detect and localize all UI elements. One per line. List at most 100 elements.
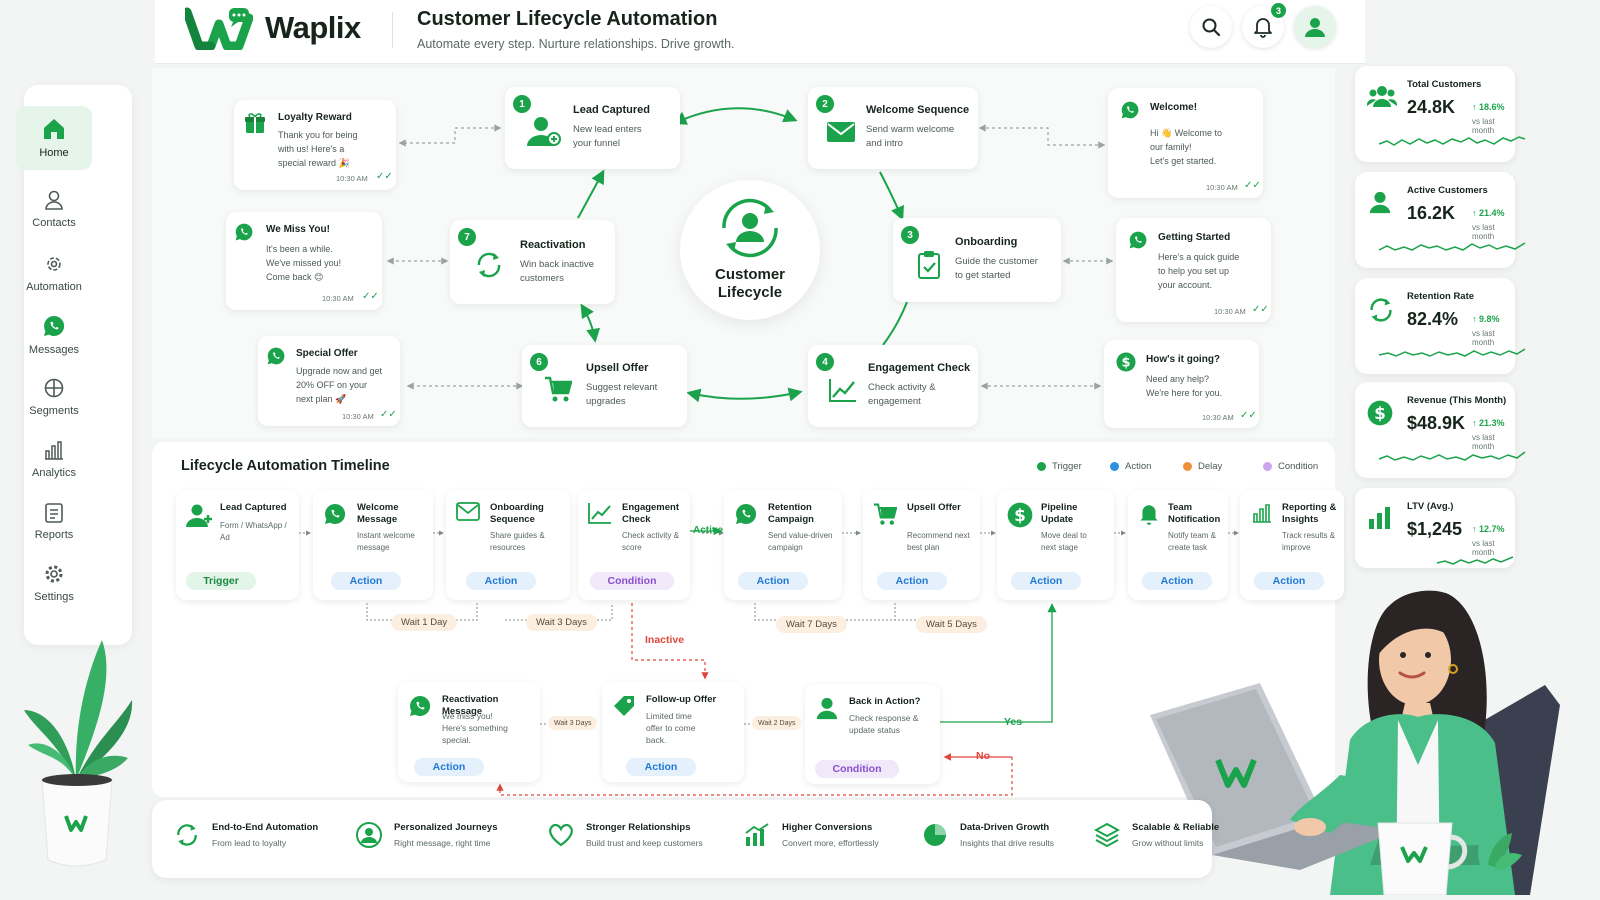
step-title: Upsell Offer bbox=[907, 502, 961, 513]
feature-desc: Build trust and keep customers bbox=[586, 838, 703, 848]
stat-change: ↑ 12.7% bbox=[1472, 524, 1505, 534]
step-type-badge: Action bbox=[331, 572, 401, 590]
stat-change: ↑ 18.6% bbox=[1472, 102, 1505, 112]
step-type-badge: Action bbox=[414, 758, 484, 776]
stat-label: Active Customers bbox=[1407, 185, 1488, 196]
feature-higher-conversions: Higher Conversions Convert more, effortle… bbox=[744, 822, 879, 848]
stat-change: ↑ 21.3% bbox=[1472, 418, 1505, 428]
step-type-badge: Action bbox=[738, 572, 808, 590]
step-desc: We miss you! Here's something special. bbox=[442, 711, 508, 745]
user-plus-icon bbox=[186, 504, 212, 527]
sparkline bbox=[1378, 451, 1526, 461]
step-desc: Notify team & create task bbox=[1168, 531, 1217, 552]
feature-desc: Insights that drive results bbox=[960, 838, 1055, 848]
step-desc: Move deal to next stage bbox=[1041, 531, 1087, 552]
feature-title: Scalable & Reliable bbox=[1132, 822, 1220, 833]
step-desc: Check response & update status bbox=[849, 713, 919, 735]
stat-revenue-this-month[interactable]: $ Revenue (This Month) $48.9K ↑ 21.3% vs… bbox=[1355, 382, 1526, 478]
step-type-badge: Action bbox=[877, 572, 947, 590]
delay-badge: Wait 7 Days bbox=[776, 616, 847, 633]
stat-value: $1,245 bbox=[1407, 519, 1463, 539]
stat-value: 82.4% bbox=[1407, 309, 1459, 329]
delay-badge: Wait 3 Days bbox=[526, 614, 597, 631]
step-type-badge: Action bbox=[626, 758, 696, 776]
timeline-step-welcome-message[interactable]: Welcome Message Instant welcome message … bbox=[313, 490, 433, 600]
step-desc: Instant welcome message bbox=[357, 531, 415, 552]
refresh-icon bbox=[177, 824, 197, 846]
refresh-icon bbox=[1370, 298, 1392, 322]
branch-step-back-in-action[interactable]: Back in Action? Check response & update … bbox=[805, 684, 940, 784]
inactive-branch-label: Inactive bbox=[645, 634, 685, 646]
timeline-step-engagement-check[interactable]: Engagement Check Check activity & score … bbox=[578, 490, 690, 600]
growth-chart-icon bbox=[745, 823, 769, 846]
layers-icon bbox=[1094, 822, 1120, 848]
svg-text:$: $ bbox=[1014, 505, 1026, 525]
step-desc: Form / WhatsApp / Ad bbox=[220, 521, 287, 542]
feature-desc: Right message, right time bbox=[394, 838, 491, 848]
envelope-icon bbox=[456, 502, 480, 521]
step-type-badge: Action bbox=[466, 572, 536, 590]
sparkline bbox=[1378, 348, 1526, 357]
feature-stronger-relationships: Stronger Relationships Build trust and ke… bbox=[548, 822, 703, 848]
step-title: Engagement Check bbox=[622, 502, 680, 525]
delay-badge: Wait 3 Days bbox=[548, 716, 598, 730]
feature-desc: From lead to loyalty bbox=[212, 838, 287, 848]
stat-value: 24.8K bbox=[1407, 97, 1456, 117]
timeline-step-retention-campaign[interactable]: Retention Campaign Send value-driven cam… bbox=[724, 490, 842, 600]
step-desc: Recommend next best plan bbox=[907, 531, 970, 552]
step-desc: Track results & improve bbox=[1282, 531, 1336, 552]
step-title: Onboarding Sequence bbox=[490, 502, 544, 525]
step-title: Pipeline Update bbox=[1041, 502, 1078, 525]
bar-chart-icon bbox=[1253, 504, 1271, 523]
whatsapp-icon bbox=[325, 503, 346, 524]
shopping-cart-icon bbox=[873, 503, 897, 525]
feature-desc: Grow without limits bbox=[1132, 838, 1204, 848]
step-title: Retention Campaign bbox=[768, 502, 814, 525]
stat-ltv-avg[interactable]: LTV (Avg.) $1,245 ↑ 12.7% vs last month bbox=[1355, 488, 1515, 568]
user-icon bbox=[816, 697, 838, 720]
pie-chart-icon bbox=[924, 824, 946, 846]
step-title: Reporting & Insights bbox=[1282, 502, 1337, 525]
timeline-step-lead-captured[interactable]: Lead Captured Form / WhatsApp / Ad Trigg… bbox=[176, 490, 299, 600]
stat-active-customers[interactable]: Active Customers 16.2K ↑ 21.4% vs last m… bbox=[1355, 172, 1526, 268]
user-icon bbox=[1369, 191, 1391, 214]
branch-step-follow-up-offer[interactable]: Follow-up Offer Limited time offer to co… bbox=[602, 682, 744, 782]
users-icon bbox=[1367, 86, 1397, 107]
step-desc: Send value-driven campaign bbox=[768, 531, 833, 552]
feature-title: End-to-End Automation bbox=[212, 822, 319, 833]
feature-end-to-end-automation: End-to-End Automation From lead to loyalt… bbox=[174, 822, 318, 848]
stat-change: ↑ 21.4% bbox=[1472, 208, 1505, 218]
sparkline bbox=[1378, 242, 1526, 251]
feature-title: Personalized Journeys bbox=[394, 822, 498, 833]
stat-value: $48.9K bbox=[1407, 413, 1466, 433]
stat-total-customers[interactable]: Total Customers 24.8K ↑ 18.6% vs last mo… bbox=[1355, 66, 1526, 162]
timeline-step-pipeline-update[interactable]: $ Pipeline Update Move deal to next stag… bbox=[997, 490, 1114, 600]
delay-badge: Wait 1 Day bbox=[391, 614, 458, 631]
step-title: Welcome Message bbox=[357, 502, 399, 525]
whatsapp-icon bbox=[410, 695, 431, 716]
stat-retention-rate[interactable]: Retention Rate 82.4% ↑ 9.8% vs last mont… bbox=[1355, 278, 1526, 374]
timeline-step-onboarding-sequence[interactable]: Onboarding Sequence Share guides & resou… bbox=[446, 490, 570, 600]
step-type-badge: Action bbox=[1011, 572, 1081, 590]
stat-change: ↑ 9.8% bbox=[1472, 314, 1500, 324]
feature-desc: Convert more, effortlessly bbox=[782, 838, 879, 848]
branch-step-reactivation-message[interactable]: Reactivation Message We miss you! Here's… bbox=[398, 682, 540, 782]
user-circle-icon bbox=[356, 822, 382, 848]
stat-label: LTV (Avg.) bbox=[1407, 501, 1454, 512]
stat-value: 16.2K bbox=[1407, 203, 1456, 223]
feature-data-driven-growth: Data-Driven Growth Insights that drive re… bbox=[922, 822, 1054, 848]
trend-chart-icon bbox=[588, 503, 611, 524]
step-title: Lead Captured bbox=[220, 502, 287, 513]
feature-title: Stronger Relationships bbox=[586, 822, 691, 833]
step-desc: Check activity & score bbox=[622, 531, 679, 552]
dollar-icon: $ bbox=[1367, 400, 1393, 426]
stat-label: Revenue (This Month) bbox=[1407, 395, 1507, 406]
step-type-badge: Condition bbox=[590, 572, 674, 590]
step-title: Follow-up Offer bbox=[646, 694, 717, 705]
sparkline bbox=[1378, 136, 1526, 146]
feature-title: Data-Driven Growth bbox=[960, 822, 1050, 833]
step-desc: Share guides & resources bbox=[490, 531, 545, 552]
step-type-badge: Trigger bbox=[186, 572, 256, 590]
stat-label: Total Customers bbox=[1407, 79, 1482, 90]
timeline-step-upsell-offer[interactable]: Upsell Offer Recommend next best plan Ac… bbox=[863, 490, 980, 600]
